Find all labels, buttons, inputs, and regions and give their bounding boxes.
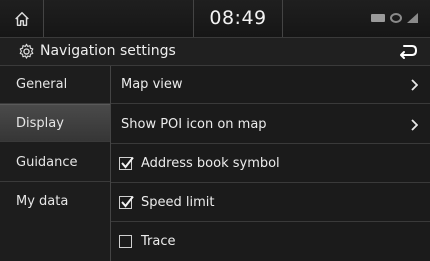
sidebar-item-guidance[interactable]: Guidance (0, 144, 110, 182)
page-title: Navigation settings (40, 43, 176, 59)
home-icon (14, 11, 29, 26)
status-bar: 08:49 (0, 0, 430, 38)
checkmark-icon (121, 195, 134, 208)
screen: 08:49 Navigation settings General Displa… (0, 0, 430, 261)
back-arrow-icon[interactable] (398, 43, 418, 60)
row-label: Trace (141, 234, 176, 249)
gear-icon (19, 43, 34, 59)
sidebar-item-label: General (16, 77, 68, 92)
chevron-right-icon (411, 119, 418, 131)
checkbox-unchecked[interactable] (119, 235, 132, 248)
chevron-right-icon (411, 79, 418, 91)
trace-row[interactable]: Trace (111, 223, 430, 261)
battery-icon (371, 14, 385, 22)
clock: 08:49 (193, 0, 283, 37)
speed-limit-row[interactable]: Speed limit (111, 184, 430, 222)
sidebar-item-display[interactable]: Display (0, 104, 110, 142)
status-icons (371, 13, 418, 23)
show-poi-row[interactable]: Show POI icon on map (111, 106, 430, 144)
sidebar-item-my-data[interactable]: My data (0, 183, 110, 221)
address-book-symbol-row[interactable]: Address book symbol (111, 145, 430, 183)
row-label: Speed limit (141, 195, 215, 210)
sidebar-item-label: My data (16, 194, 69, 209)
sidebar-item-label: Display (16, 116, 64, 131)
bluetooth-icon (390, 13, 402, 23)
row-label: Map view (121, 77, 183, 92)
settings-list: Map view Show POI icon on map Address bo… (111, 66, 430, 261)
row-label: Show POI icon on map (121, 117, 267, 132)
home-button[interactable] (0, 0, 44, 37)
row-label: Address book symbol (141, 156, 280, 171)
checkbox-checked[interactable] (119, 195, 134, 209)
checkmark-icon (121, 156, 134, 169)
sidebar: General Display Guidance My data (0, 66, 111, 261)
sidebar-item-label: Guidance (16, 155, 78, 170)
map-view-row[interactable]: Map view (111, 66, 430, 104)
title-bar: Navigation settings (0, 38, 430, 66)
signal-icon (407, 13, 418, 23)
sidebar-item-general[interactable]: General (0, 66, 110, 104)
checkbox-checked[interactable] (119, 156, 134, 170)
